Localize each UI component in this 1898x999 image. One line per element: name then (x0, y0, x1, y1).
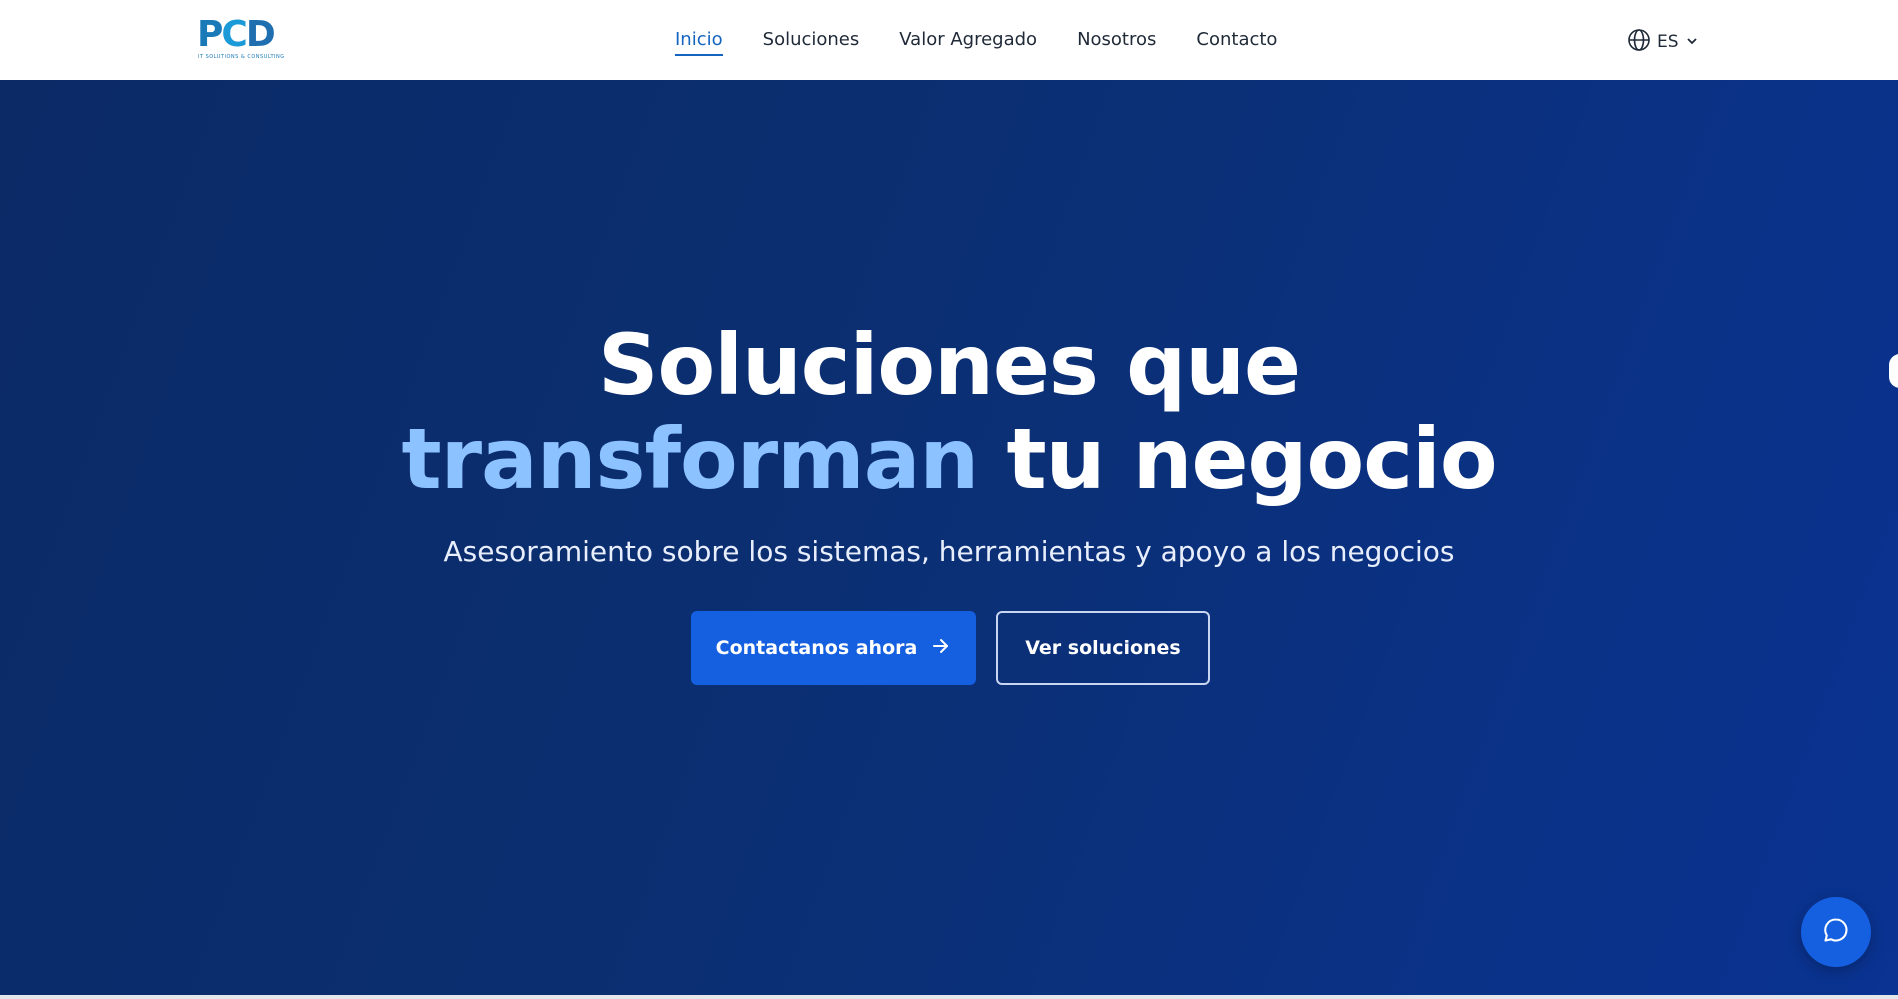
hero-title-rest: tu negocio (1006, 410, 1497, 508)
nav-item-inicio[interactable]: Inicio (675, 27, 723, 56)
hero-title: Soluciones que transforman tu negocio (0, 318, 1898, 506)
chat-bubble-icon (1822, 916, 1850, 948)
language-label: ES (1657, 32, 1679, 52)
view-solutions-button[interactable]: Ver soluciones (996, 611, 1210, 685)
chevron-down-icon (1685, 33, 1699, 52)
brand-logo[interactable]: PCD IT SOLUTIONS & CONSULTING (197, 14, 287, 61)
logo-tagline: IT SOLUTIONS & CONSULTING (198, 54, 285, 60)
nav-item-contacto[interactable]: Contacto (1196, 27, 1277, 53)
arrow-right-icon (931, 636, 951, 661)
logo-letter-p: P (197, 14, 223, 55)
page: PCD IT SOLUTIONS & CONSULTING Inicio Sol… (0, 0, 1898, 999)
contact-now-button[interactable]: Contactanos ahora (691, 611, 976, 685)
logo-letter-c: C (221, 14, 247, 55)
nav-item-nosotros[interactable]: Nosotros (1077, 27, 1156, 53)
contact-now-label: Contactanos ahora (715, 637, 918, 659)
side-edge-handle[interactable] (1889, 354, 1898, 388)
nav-item-soluciones[interactable]: Soluciones (763, 27, 860, 53)
main-nav: Inicio Soluciones Valor Agregado Nosotro… (675, 27, 1277, 56)
logo-wordmark: PCD (197, 14, 276, 55)
globe-icon (1627, 28, 1651, 56)
hero-bottom-divider (0, 995, 1898, 999)
hero-title-accent: transforman (401, 410, 979, 508)
hero-title-line-2: transforman tu negocio (0, 412, 1898, 506)
nav-item-valor-agregado[interactable]: Valor Agregado (899, 27, 1037, 53)
language-selector[interactable]: ES (1627, 28, 1699, 56)
view-solutions-label: Ver soluciones (1025, 637, 1181, 659)
logo-letter-d: D (245, 14, 276, 55)
top-navbar: PCD IT SOLUTIONS & CONSULTING Inicio Sol… (0, 0, 1898, 80)
hero-subtitle: Asesoramiento sobre los sistemas, herram… (443, 535, 1455, 568)
hero-title-line-1: Soluciones que (597, 316, 1301, 414)
chat-widget-button[interactable] (1801, 897, 1871, 967)
